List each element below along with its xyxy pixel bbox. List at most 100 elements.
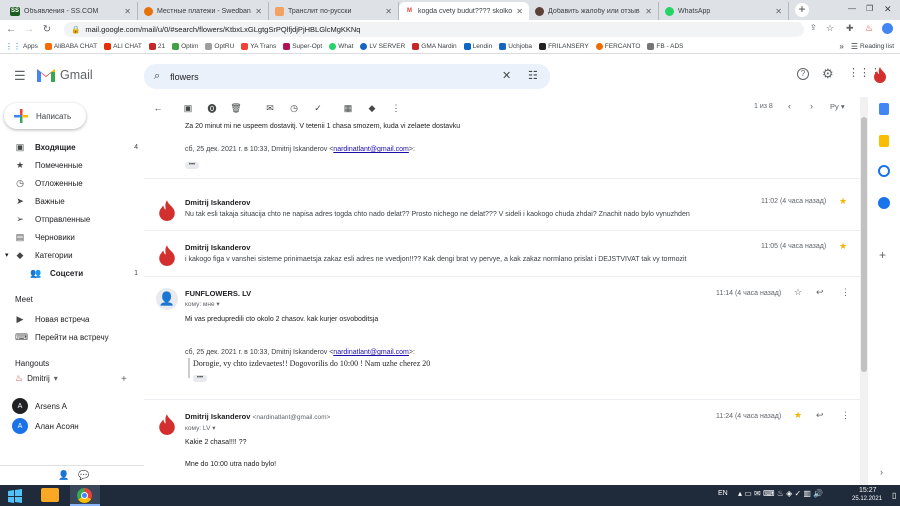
report-spam-icon[interactable]: ⓿ (200, 102, 224, 115)
reload-icon[interactable]: ↻ (40, 24, 54, 35)
browser-tab[interactable]: Добавить жалобу или отзыв ✕ (529, 2, 659, 20)
bookmark-item[interactable]: LV SERVER (360, 42, 405, 50)
message-more-icon[interactable]: ⋮ (841, 287, 850, 298)
bookmark-item[interactable]: Uchjoba (499, 42, 532, 50)
older-icon[interactable]: › (810, 101, 813, 111)
bookmark-item[interactable]: YA Trans (241, 42, 276, 50)
bookmark-star-icon[interactable]: ☆ (826, 23, 834, 34)
browser-tab[interactable]: SS Объявления - SS.COM ✕ (4, 2, 138, 20)
scrollbar[interactable] (860, 97, 868, 485)
recipients[interactable]: кому: мне ▾ (185, 300, 220, 308)
recipients[interactable]: кому: LV ▾ (185, 424, 215, 432)
starred-icon[interactable]: ★ (839, 241, 847, 252)
more-bookmarks-icon[interactable]: » (839, 42, 843, 51)
reply-icon[interactable]: ↩ (816, 410, 824, 421)
browser-tab-active[interactable]: M kogda cvety budut???? skolko c ✕ (399, 2, 529, 20)
close-tab-icon[interactable]: ✕ (385, 7, 392, 16)
chat-bubble-icon[interactable]: 💬 (78, 470, 89, 481)
share-icon[interactable]: ⇪ (810, 23, 817, 32)
more-actions-icon[interactable]: ⋮ (384, 103, 408, 114)
sidebar-item[interactable]: ★ Помеченные (0, 157, 138, 173)
message-more-icon[interactable]: ⋮ (841, 410, 850, 421)
add-contact-icon[interactable]: + (121, 374, 127, 385)
dropdown-icon[interactable]: ▾ (54, 374, 58, 383)
bookmark-item[interactable]: Lendin (463, 42, 492, 50)
notifications-icon[interactable]: ▯ (892, 491, 896, 500)
scrollbar-thumb[interactable] (861, 117, 867, 372)
archive-icon[interactable]: ▣ (176, 103, 200, 114)
star-icon[interactable]: ☆ (794, 287, 802, 298)
expand-caret-icon[interactable]: ▾ (5, 251, 9, 259)
hide-panel-icon[interactable]: › (880, 467, 883, 477)
hangouts-contact[interactable]: A Arsens A (12, 398, 67, 414)
sidebar-item[interactable]: ◷ Отложенные (0, 175, 138, 191)
windows-start-icon[interactable] (8, 489, 22, 503)
contacts-icon[interactable] (878, 197, 890, 209)
show-trimmed-icon[interactable]: ••• (193, 375, 207, 382)
move-to-icon[interactable]: ▦ (336, 103, 360, 114)
sidebar-item[interactable]: ▣ Входящие 4 (0, 139, 138, 155)
starred-icon[interactable]: ★ (794, 410, 802, 421)
tasks-icon[interactable] (878, 165, 890, 177)
account-flame-icon[interactable] (873, 66, 887, 83)
browser-tab[interactable]: WhatsApp ✕ (659, 2, 789, 20)
snooze-icon[interactable]: ◷ (282, 103, 306, 114)
bookmark-item[interactable]: Optim (172, 42, 198, 50)
forward-icon[interactable]: → (22, 24, 36, 35)
person-icon[interactable]: 👤 (58, 470, 69, 481)
search-bar[interactable]: ⌕ flowers ✕ ☷ (144, 64, 550, 89)
bookmark-item[interactable]: FERCANTO (595, 42, 640, 50)
hangouts-self[interactable]: ♨ Dmitrij ▾ (15, 373, 58, 384)
search-input[interactable]: flowers (170, 72, 199, 82)
sidebar-item[interactable]: ➤ Важные (0, 193, 138, 209)
extension-flame-icon[interactable]: ♨ (865, 23, 873, 34)
search-options-icon[interactable]: ☷ (528, 69, 538, 82)
sidebar-item[interactable]: ▤ Черновики (0, 229, 138, 245)
close-tab-icon[interactable]: ✕ (516, 7, 523, 16)
calendar-icon[interactable] (879, 103, 889, 115)
collapsed-message[interactable]: Dmitrij Iskanderov Nu tak esli takaja si… (144, 187, 860, 231)
bookmark-item[interactable]: Super-Opt (283, 42, 322, 50)
tray-icons[interactable]: ▴ ▭ ✉ ⌨ ♨ ◈ ✓ ▥ 🔊 (738, 489, 823, 498)
file-explorer-icon[interactable] (41, 488, 59, 502)
add-addon-icon[interactable]: + (879, 248, 886, 262)
chrome-taskbar-button[interactable] (70, 485, 100, 506)
hangouts-contact[interactable]: A Алан Асоян (12, 418, 79, 434)
back-icon[interactable]: ← (4, 24, 18, 35)
newer-icon[interactable]: ‹ (788, 101, 791, 111)
clear-search-icon[interactable]: ✕ (502, 69, 511, 82)
compose-button[interactable]: Написать (4, 103, 86, 129)
browser-tab[interactable]: Транслит по-русски ✕ (269, 2, 399, 20)
bookmark-item[interactable]: 21 (148, 42, 165, 50)
sidebar-item[interactable]: 👥 Соцсети 1 (0, 265, 138, 281)
bookmark-item[interactable]: OptRU (205, 42, 234, 50)
input-tools-button[interactable]: Ру ▾ (830, 102, 845, 111)
maximize-icon[interactable]: ❐ (866, 4, 873, 13)
close-tab-icon[interactable]: ✕ (645, 7, 652, 16)
join-meeting-item[interactable]: ⌨ Перейти на встречу (0, 329, 138, 345)
collapsed-message[interactable]: Dmitrij Iskanderov i kakogo figa v vansh… (144, 232, 860, 277)
quote-email-link[interactable]: nardinatlant@gmail.com (333, 146, 409, 153)
sidebar-item[interactable]: ▾ ◆ Категории (0, 247, 138, 263)
reply-icon[interactable]: ↩ (816, 287, 824, 298)
close-tab-icon[interactable]: ✕ (124, 7, 131, 16)
label-icon[interactable]: ◆ (360, 103, 384, 114)
back-to-list-icon[interactable]: ← (146, 103, 170, 113)
window-close-icon[interactable]: ✕ (884, 4, 892, 15)
bookmark-item[interactable]: FB - ADS (647, 42, 684, 50)
bookmark-item[interactable]: GMA Nardin (412, 42, 457, 50)
close-tab-icon[interactable]: ✕ (255, 7, 262, 16)
browser-tab[interactable]: Местные платежи - Swedbank ✕ (138, 2, 269, 20)
bookmark-item[interactable]: AliBABA CHAT (44, 42, 97, 50)
bookmark-apps[interactable]: ⋮⋮ Apps (5, 42, 38, 51)
profile-avatar-icon[interactable] (882, 23, 893, 34)
new-tab-icon[interactable]: + (795, 3, 809, 17)
quote-email-link[interactable]: nardinatlant@gmail.com (333, 349, 409, 356)
add-task-icon[interactable]: ✓ (306, 103, 330, 114)
bookmark-item[interactable]: ALI CHAT (104, 42, 142, 50)
show-trimmed-icon[interactable]: ••• (185, 162, 199, 169)
bookmark-item[interactable]: FRILANSERY (539, 42, 589, 50)
starred-icon[interactable]: ★ (839, 196, 847, 207)
bookmark-item[interactable]: What (329, 42, 353, 50)
search-icon[interactable]: ⌕ (154, 70, 160, 83)
